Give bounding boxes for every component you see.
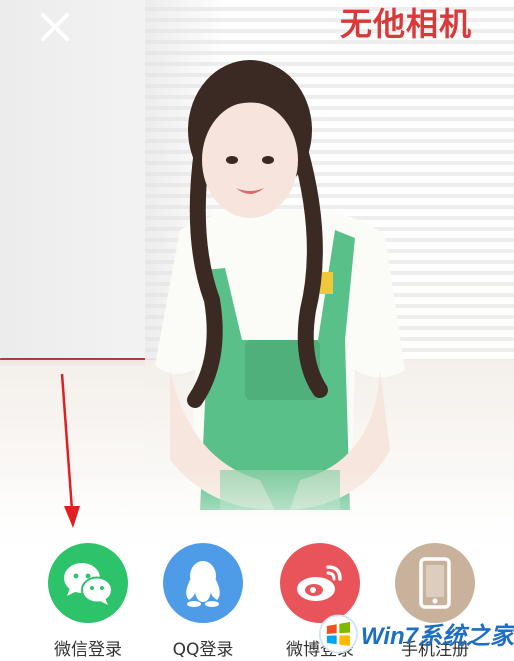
qq-circle [163, 543, 243, 623]
close-button[interactable] [36, 8, 74, 46]
watermark-text: Win7系统之家 [360, 623, 514, 650]
weibo-icon [297, 565, 342, 601]
wechat-circle [48, 543, 128, 623]
qq-login-label: QQ登录 [172, 640, 234, 660]
girl-illustration [155, 60, 405, 510]
wechat-login-button[interactable]: 微信登录 [33, 543, 143, 661]
close-icon [41, 13, 69, 41]
wechat-icon [64, 563, 113, 605]
red-arrow-annotation [60, 373, 80, 528]
wechat-login-label: 微信登录 [54, 640, 122, 660]
qq-login-button[interactable]: QQ登录 [148, 543, 258, 661]
phone-icon [419, 557, 451, 609]
windows-logo-icon [318, 613, 358, 654]
app-title: 无他相机 [340, 5, 473, 43]
watermark: Win7系统之家 [318, 606, 514, 661]
qq-penguin-icon [186, 561, 220, 607]
